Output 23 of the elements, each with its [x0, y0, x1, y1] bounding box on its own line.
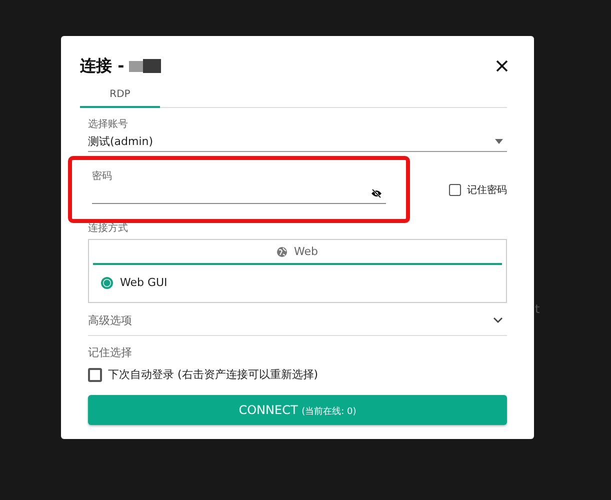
advanced-options-toggle[interactable]: 高级选项: [88, 305, 507, 336]
radio-label: Web GUI: [120, 276, 168, 289]
close-icon: [496, 60, 508, 72]
field-label: 选择账号: [88, 118, 129, 131]
section-label: 记住选择: [88, 345, 133, 360]
protocol-tab[interactable]: RDP: [80, 82, 160, 108]
eye-slash-icon: [371, 188, 382, 198]
account-select[interactable]: 测试(admin): [88, 131, 507, 152]
close-button[interactable]: [494, 58, 510, 74]
field-label: 密码: [92, 170, 113, 183]
dialog-title: 连接 -: [80, 56, 124, 76]
redacted-name-drawing: [129, 59, 162, 73]
dropdown-icon: [495, 138, 503, 144]
method-tab[interactable]: Web: [93, 240, 502, 265]
checkbox[interactable]: [88, 368, 102, 382]
radio-button[interactable]: [101, 276, 113, 288]
background-text: t: [535, 302, 540, 316]
connect-button[interactable]: CONNECT (当前在线: 0): [88, 395, 507, 425]
globe-icon: [277, 246, 287, 256]
field-label: 连接方式: [88, 222, 129, 235]
checkbox-label: 下次自动登录 (右击资产连接可以重新选择): [108, 367, 318, 382]
checkbox-label: 记住密码: [467, 184, 507, 196]
checkbox[interactable]: [449, 184, 461, 196]
